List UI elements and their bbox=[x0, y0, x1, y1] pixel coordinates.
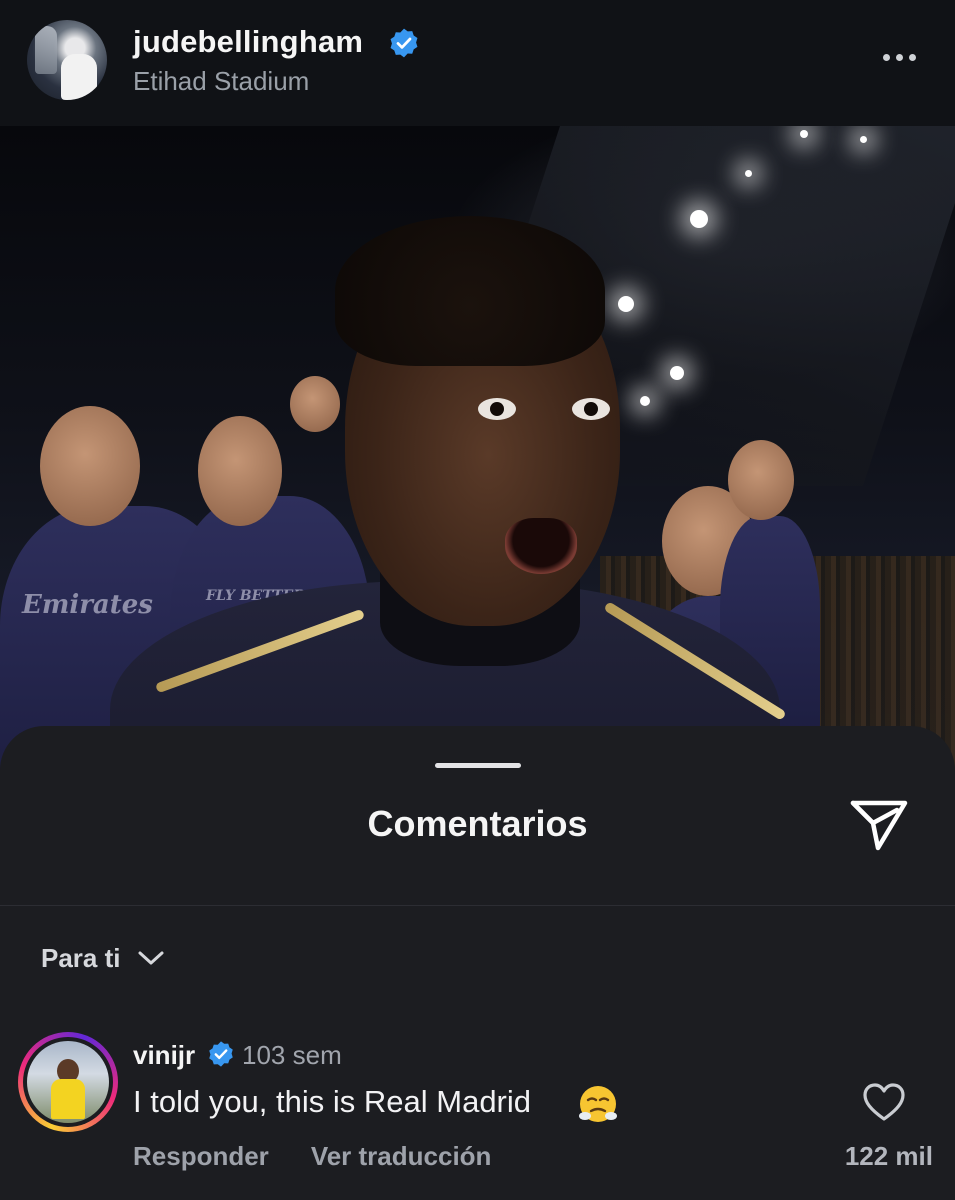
stadium-light bbox=[800, 130, 808, 138]
comments-title: Comentarios bbox=[367, 803, 588, 844]
comment-text: I told you, this is Real Madrid bbox=[133, 1084, 532, 1119]
teammate-center-left-head bbox=[198, 416, 282, 526]
more-dot bbox=[895, 53, 903, 61]
stadium-light bbox=[860, 136, 867, 143]
sort-label: Para ti bbox=[41, 942, 121, 973]
stadium-light bbox=[670, 366, 684, 380]
teammate-far-right-head bbox=[728, 440, 794, 520]
post-username[interactable]: judebellingham bbox=[133, 24, 363, 60]
raised-fist bbox=[290, 376, 340, 432]
stadium-light bbox=[640, 396, 650, 406]
verified-badge-icon bbox=[209, 1041, 233, 1067]
more-options-icon[interactable] bbox=[876, 44, 922, 70]
post-header: judebellingham Etihad Stadium bbox=[0, 0, 955, 126]
paper-plane-icon[interactable] bbox=[848, 796, 910, 854]
stadium-light bbox=[690, 210, 708, 228]
more-dot bbox=[908, 53, 916, 61]
comment-username[interactable]: vinijr bbox=[133, 1040, 195, 1071]
like-count: 122 mil bbox=[844, 1141, 933, 1171]
commenter-avatar-photo bbox=[27, 1041, 109, 1123]
avatar-trophy bbox=[35, 26, 57, 74]
teammate-left-head bbox=[40, 406, 140, 526]
stadium-light bbox=[618, 296, 634, 312]
stadium-light bbox=[745, 170, 752, 177]
shirt-sponsor-text: Emirates bbox=[22, 590, 153, 620]
comment-actions: Responder Ver traducción bbox=[133, 1141, 491, 1172]
main-player-eye bbox=[478, 398, 516, 420]
main-player-eye bbox=[572, 398, 610, 420]
comment-sort-dropdown[interactable]: Para ti bbox=[41, 940, 165, 976]
post-photo[interactable]: Emirates FLY BETTER bbox=[0, 126, 955, 786]
comment-timestamp: 103 sem bbox=[242, 1040, 342, 1070]
heart-outline-icon[interactable] bbox=[862, 1082, 906, 1122]
comments-sheet: Comentarios Para ti vinijr 103 sem I tol… bbox=[0, 726, 955, 1200]
sheet-divider bbox=[0, 905, 955, 906]
avatar-shirt bbox=[51, 1079, 85, 1119]
verified-badge-icon bbox=[390, 28, 418, 58]
commenter-avatar[interactable] bbox=[18, 1032, 118, 1132]
chevron-down-icon bbox=[138, 951, 163, 965]
huffing-face-emoji-icon bbox=[579, 1086, 617, 1122]
avatar-player bbox=[61, 54, 97, 100]
profile-avatar[interactable] bbox=[27, 20, 107, 100]
more-dot bbox=[882, 53, 890, 61]
reply-button[interactable]: Responder bbox=[133, 1141, 269, 1172]
main-player-mouth bbox=[505, 518, 577, 574]
post-location[interactable]: Etihad Stadium bbox=[133, 66, 309, 97]
main-player-hair bbox=[335, 216, 605, 366]
sheet-drag-handle[interactable] bbox=[435, 763, 521, 768]
see-translation-button[interactable]: Ver traducción bbox=[311, 1141, 492, 1172]
